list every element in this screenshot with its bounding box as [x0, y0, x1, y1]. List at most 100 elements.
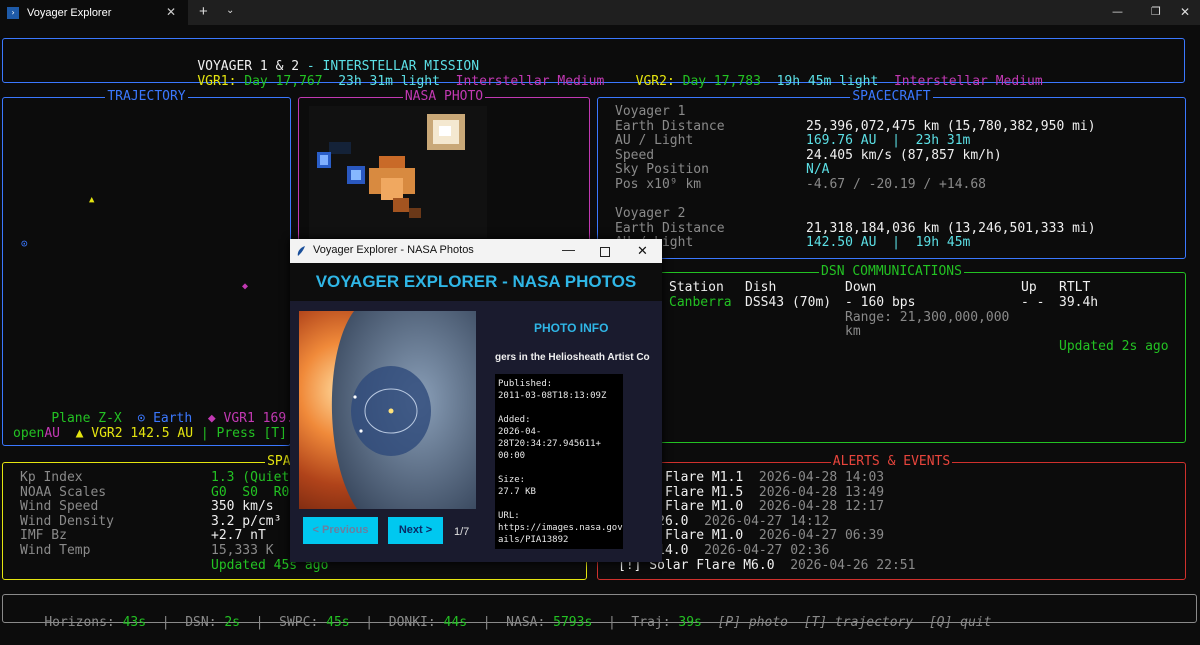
dsn-range: Range: 21,300,000,000 [845, 310, 1010, 325]
dsn-station: Canberra [669, 295, 732, 310]
wind-speed-label: Wind Speed [20, 499, 99, 514]
status-bar: Horizons: 43s | DSN: 2s | SWPC: 45s | DO… [2, 594, 1197, 629]
alert-time: 2026-04-27 02:36 [704, 543, 830, 558]
vgr2-light: 19h 45m light [776, 73, 879, 89]
dialog-minimize-icon[interactable]: — [562, 242, 575, 257]
vgr2-region: Interstellar Medium [893, 73, 1043, 89]
wind-speed-value: 350 km/s [211, 499, 274, 514]
status-horizons-label: Horizons: [44, 614, 115, 630]
restore-icon[interactable]: ❐ [1151, 5, 1161, 18]
vgr2-label: VGR2: [635, 73, 675, 89]
vgr2-legend: ▲ VGR2 142.5 AU [75, 425, 194, 441]
terminal-tab[interactable]: › Voyager Explorer ✕ [0, 0, 188, 25]
v1-label-sky: Sky Position [615, 162, 709, 177]
status-dsn: 2s [224, 614, 241, 630]
alert-time: 2026-04-28 14:03 [758, 470, 885, 485]
terminal-titlebar: › Voyager Explorer ✕ + ⌄ — ❐ ✕ [0, 0, 1200, 25]
tab-title: Voyager Explorer [27, 6, 112, 19]
status-traj-label: Traj: [631, 614, 671, 630]
vgr1-legend-unit: AU [44, 425, 60, 441]
vgr2-marker-icon: ▲ [89, 195, 95, 205]
close-window-icon[interactable]: ✕ [1180, 5, 1190, 19]
dialog-header: VOYAGER EXPLORER - NASA PHOTOS [290, 263, 662, 301]
previous-button[interactable]: < Previous [303, 517, 378, 544]
status-nasa-label: NASA: [506, 614, 546, 630]
press-hint-cont: open [13, 426, 45, 441]
wind-temp-value: 15,333 K [211, 543, 274, 558]
dsn-range-unit: km [845, 324, 861, 339]
heliosheath-image [299, 311, 476, 509]
v1-label-pos: Pos x10⁹ km [615, 177, 702, 192]
next-button[interactable]: Next > [388, 517, 443, 544]
vgr1-region: Interstellar Medium [455, 73, 605, 89]
status-swpc: 45s [326, 614, 350, 630]
minimize-icon[interactable]: — [1112, 5, 1123, 18]
vgr1-light: 23h 31m light [338, 73, 440, 89]
new-tab-button[interactable]: + [199, 3, 208, 20]
trajectory-panel: TRAJECTORY ▲ ⊙ ◆ Plane Z-X ⊙ Earth ◆ VGR… [2, 89, 310, 446]
dsn-header-station: Station [669, 280, 724, 295]
vgr1-marker-icon: ◆ [242, 281, 249, 292]
v2-name: Voyager 2 [615, 206, 686, 221]
v2-au-light: 142.50 AU | 19h 45m [806, 235, 971, 250]
terminal-icon: › [7, 6, 19, 19]
status-horizons: 43s [122, 614, 147, 630]
spacecraft-panel: SPACECRAFT Voyager 1 Earth Distance AU /… [597, 89, 1186, 259]
nasa-photo-panel: NASA PHOTO [298, 89, 590, 242]
pixel-photo [309, 106, 487, 238]
dsn-dish: DSS43 (70m) [745, 295, 832, 310]
imf-label: IMF Bz [20, 528, 67, 543]
kp-label: Kp Index [20, 470, 83, 485]
feather-icon [297, 246, 305, 256]
alert-time: 2026-04-26 22:51 [790, 558, 916, 573]
vgr1-label: VGR1: [197, 73, 237, 89]
alert-time: 2026-04-28 12:17 [758, 499, 885, 514]
imf-value: +2.7 nT [211, 528, 266, 543]
v1-speed: 24.405 km/s (87,857 km/h) [806, 148, 1002, 163]
alert-time: 2026-04-27 14:12 [704, 514, 830, 529]
dsn-panel: DSN COMMUNICATIONS Station Dish Down Up … [597, 264, 1186, 443]
alert-time: 2026-04-28 13:49 [758, 485, 885, 500]
key-hints: [P] photo [T] trajectory [Q] quit [717, 614, 992, 630]
dsn-title: DSN COMMUNICATIONS [819, 264, 964, 279]
dialog-title: Voyager Explorer - NASA Photos [313, 244, 474, 256]
status-traj: 39s [678, 614, 702, 630]
v1-label-au: AU / Light [615, 133, 694, 148]
mission-header: VOYAGER 1 & 2 - INTERSTELLAR MISSION VGR… [2, 38, 1185, 88]
v1-sky: N/A [806, 162, 830, 177]
dsn-up: - - [1021, 295, 1045, 310]
dsn-rtlt: 39.4h [1059, 295, 1099, 310]
alert-time: 2026-04-27 06:39 [758, 528, 885, 543]
kp-value: 1.3 (Quiet) [211, 470, 298, 485]
dsn-header-up: Up [1021, 280, 1037, 295]
photo-dialog[interactable]: Voyager Explorer - NASA Photos — ✕ VOYAG… [290, 239, 662, 562]
vgr2-day: Day 17,783 [682, 73, 761, 89]
dialog-titlebar[interactable]: Voyager Explorer - NASA Photos — ✕ [290, 239, 662, 263]
trajectory-title: TRAJECTORY [105, 89, 188, 104]
status-donki-label: DONKI: [388, 614, 436, 630]
photo-metadata: Published: 2011-03-08T18:13:09Z Added: 2… [495, 374, 623, 549]
alerts-title: ALERTS & EVENTS [830, 454, 953, 469]
dsn-header-dish: Dish [745, 280, 777, 295]
status-swpc-label: SWPC: [279, 614, 319, 630]
close-tab-icon[interactable]: ✕ [166, 5, 176, 19]
v1-au-light: 169.76 AU | 23h 31m [806, 133, 971, 148]
earth-marker-icon: ⊙ [21, 237, 28, 250]
dsn-header-rtlt: RTLT [1059, 280, 1091, 295]
alerts-panel: ALERTS & EVENTS Solar Flare M1.1 2026-04… [597, 454, 1186, 580]
v1-name: Voyager 1 [615, 104, 686, 119]
photo-caption: gers in the Heliosheath Artist Co [495, 352, 650, 363]
dialog-maximize-icon[interactable] [600, 247, 610, 257]
nasa-photo-title: NASA PHOTO [402, 89, 486, 104]
status-donki: 44s [443, 614, 468, 630]
v1-pos: -4.67 / -20.19 / +14.68 [806, 177, 987, 192]
photo-info-title: PHOTO INFO [534, 321, 609, 335]
chevron-down-icon[interactable]: ⌄ [226, 5, 234, 16]
photo-counter: 1/7 [454, 526, 470, 538]
dsn-updated: Updated 2s ago [1059, 339, 1169, 354]
status-nasa: 5793s [553, 614, 593, 630]
dsn-down: - 160 bps [845, 295, 916, 310]
dialog-close-icon[interactable]: ✕ [637, 243, 648, 259]
vgr1-day: Day 17,767 [244, 73, 323, 89]
dsn-header-down: Down [845, 280, 877, 295]
